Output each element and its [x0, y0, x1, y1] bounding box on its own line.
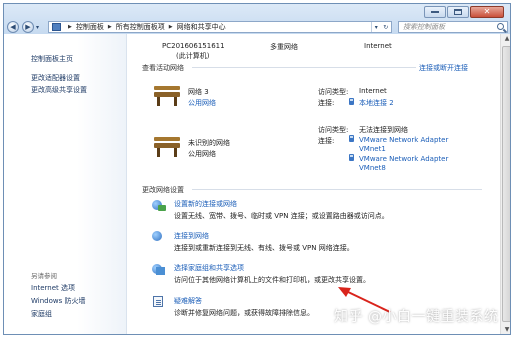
forward-button[interactable]: ▶ [22, 21, 34, 33]
vmnet1-adapter-link[interactable]: VMware Network Adapter VMnet1 [359, 136, 459, 154]
breadcrumb-separator[interactable]: ▶ [169, 24, 173, 30]
sidebar-item-control-panel-home[interactable]: 控制面板主页 [31, 54, 73, 64]
connect-to-network-desc: 连接到或重新连接到无线、有线、拨号或 VPN 网络连接。 [174, 244, 354, 252]
breadcrumb-network-center[interactable]: 网络和共享中心 [177, 22, 226, 32]
see-also-heading: 另请参阅 [31, 272, 57, 280]
access-type-value: Internet [359, 87, 387, 95]
maximize-icon [454, 9, 462, 15]
title-bar: ✕ ◀ ▶ ▾ ▶ 控制面板 ▶ 所有控制面板项 ▶ 网络和共享中心 ▾ ↻ 搜索控… [4, 4, 510, 34]
multiple-networks-label: 多重网络 [270, 43, 298, 51]
minimize-icon [431, 11, 439, 13]
close-icon: ✕ [483, 7, 491, 16]
network-type-label: 公用网络 [188, 150, 216, 158]
close-button[interactable]: ✕ [470, 6, 504, 18]
minimize-button[interactable] [424, 6, 446, 18]
scroll-thumb[interactable] [502, 46, 510, 322]
sidebar-item-advanced-sharing[interactable]: 更改高级共享设置 [31, 85, 87, 95]
network-adapter-icon [349, 135, 354, 142]
sidebar-item-windows-firewall[interactable]: Windows 防火墙 [31, 296, 85, 306]
connections-label: 连接: [318, 99, 335, 107]
local-connection-link[interactable]: 本地连接 2 [359, 98, 394, 108]
scroll-up-icon[interactable]: ▲ [503, 35, 510, 43]
network-adapter-icon [349, 154, 354, 161]
network-adapter-icon [349, 98, 354, 105]
troubleshoot-desc: 诊断并修复网络问题，或获得故障排除信息。 [174, 309, 314, 317]
address-dropdown-icon[interactable]: ▾ [375, 24, 378, 31]
sidebar-item-internet-options[interactable]: Internet 选项 [31, 283, 75, 293]
search-input[interactable]: 搜索控制面板 [398, 21, 508, 33]
access-type-label: 访问类型: [318, 88, 349, 96]
breadcrumb-separator[interactable]: ▶ [108, 24, 112, 30]
network-type-link[interactable]: 公用网络 [188, 98, 216, 108]
homegroup-icon [152, 264, 166, 276]
vertical-scrollbar[interactable]: ▲ ▼ [500, 34, 510, 334]
navigation-bar: ◀ ▶ ▾ ▶ 控制面板 ▶ 所有控制面板项 ▶ 网络和共享中心 ▾ ↻ 搜索控制面… [4, 20, 510, 34]
refresh-icon[interactable]: ↻ [383, 24, 388, 31]
active-networks-title: 查看活动网络 [142, 64, 184, 72]
control-panel-icon [52, 23, 61, 31]
connections-label: 连接: [318, 137, 335, 145]
vmnet8-adapter-link[interactable]: VMware Network Adapter VMnet8 [359, 155, 459, 173]
recent-pages-dropdown[interactable]: ▾ [36, 24, 39, 31]
divider [192, 67, 416, 68]
computer-note: (此计算机) [176, 52, 210, 60]
breadcrumb-control-panel[interactable]: 控制面板 [76, 22, 104, 32]
address-bar[interactable]: ▶ 控制面板 ▶ 所有控制面板项 ▶ 网络和共享中心 ▾ ↻ [48, 21, 392, 33]
scroll-down-icon[interactable]: ▼ [503, 326, 510, 334]
back-arrow-icon: ◀ [10, 23, 16, 31]
window-controls: ✕ [424, 6, 504, 18]
setup-connection-link[interactable]: 设置新的连接或网络 [174, 199, 237, 209]
public-network-bench-icon[interactable] [152, 86, 182, 108]
access-type-value: 无法连接到网络 [359, 126, 408, 134]
breadcrumb-all-items[interactable]: 所有控制面板项 [116, 22, 165, 32]
network-name: 网络 3 [188, 88, 209, 96]
search-placeholder: 搜索控制面板 [403, 23, 445, 31]
forward-arrow-icon: ▶ [25, 23, 31, 31]
network-sharing-center-window: ✕ ◀ ▶ ▾ ▶ 控制面板 ▶ 所有控制面板项 ▶ 网络和共享中心 ▾ ↻ 搜索控… [3, 3, 511, 335]
sidebar-item-adapter-settings[interactable]: 更改适配器设置 [31, 73, 80, 83]
internet-label: Internet [364, 42, 392, 50]
divider [192, 189, 482, 190]
troubleshoot-link[interactable]: 疑难解答 [174, 296, 202, 306]
public-network-bench-icon[interactable] [152, 137, 182, 159]
back-button[interactable]: ◀ [7, 21, 19, 33]
connect-disconnect-link[interactable]: 连接或断开连接 [419, 63, 468, 73]
change-settings-title: 更改网络设置 [142, 186, 184, 194]
troubleshoot-icon [152, 296, 166, 308]
maximize-button[interactable] [447, 6, 469, 18]
address-actions: ▾ ↻ [371, 22, 391, 32]
sidebar-item-homegroup[interactable]: 家庭组 [31, 309, 52, 319]
main-content: PC201606151611 (此计算机) 多重网络 Internet 查看活动… [128, 34, 500, 334]
sidebar: 控制面板主页 更改适配器设置 更改高级共享设置 另请参阅 Internet 选项… [4, 34, 127, 334]
computer-name: PC201606151611 [162, 42, 225, 50]
connect-to-network-link[interactable]: 连接到网络 [174, 231, 209, 241]
globe-icon [152, 231, 166, 243]
breadcrumb-separator[interactable]: ▶ [68, 24, 72, 30]
homegroup-sharing-desc: 访问位于其他网络计算机上的文件和打印机，或更改共享设置。 [174, 276, 370, 284]
network-name: 未识别的网络 [188, 139, 230, 147]
globe-plug-icon [152, 200, 166, 212]
homegroup-sharing-link[interactable]: 选择家庭组和共享选项 [174, 263, 244, 273]
watermark: 知乎 @小白一键重装系统 [334, 309, 499, 325]
setup-connection-desc: 设置无线、宽带、拨号、临时或 VPN 连接；或设置路由器或访问点。 [174, 212, 389, 220]
search-icon[interactable] [497, 23, 504, 30]
access-type-label: 访问类型: [318, 126, 349, 134]
